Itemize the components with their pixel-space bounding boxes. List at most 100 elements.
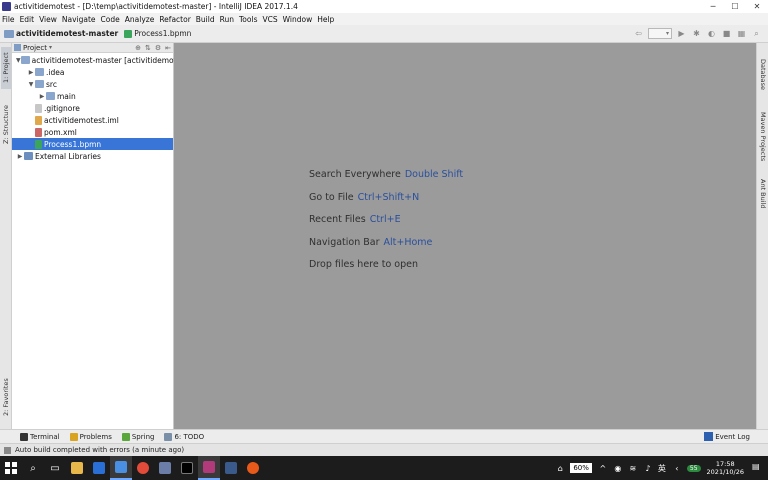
chevron-left-icon[interactable]: ‹ <box>672 463 682 473</box>
collapse-arrow-icon[interactable]: ▶ <box>16 153 24 160</box>
folder-icon <box>35 68 44 76</box>
maximize-button[interactable]: ☐ <box>724 0 746 13</box>
collapse-arrow-icon[interactable]: ▶ <box>27 69 35 76</box>
tree-item[interactable]: pom.xml <box>12 126 173 138</box>
tab-favorites[interactable]: 2: Favorites <box>1 373 11 421</box>
tab-project[interactable]: 1: Project <box>1 47 11 89</box>
tree-item[interactable]: activitidemotest.iml <box>12 114 173 126</box>
battery-indicator[interactable]: 60% <box>570 463 592 473</box>
tree-item[interactable]: ▼ src <box>12 78 173 90</box>
editor-hint: Recent Files Ctrl+E <box>309 214 401 225</box>
hint-text: Go to File <box>309 191 354 203</box>
tool-window-icon <box>69 432 78 441</box>
sync-icon[interactable]: ⊕ <box>135 44 141 52</box>
tool-window-button[interactable]: Terminal <box>20 432 60 441</box>
status-icon[interactable] <box>4 446 11 454</box>
tab-maven-projects[interactable]: Maven Projects <box>758 109 768 165</box>
left-tool-strip: 1: Project Z: Structure 2: Favorites <box>0 43 12 429</box>
volume-icon[interactable]: ♪ <box>643 463 653 473</box>
stop-icon[interactable]: ■ <box>721 28 732 39</box>
tab-database[interactable]: Database <box>758 57 768 93</box>
run-config-dropdown[interactable]: ▾ <box>648 28 672 39</box>
bpmn-icon <box>35 139 42 149</box>
chevron-up-icon[interactable]: ^ <box>598 463 608 473</box>
clock[interactable]: 17:58 2021/10/26 <box>707 460 744 476</box>
menu-tools[interactable]: Tools <box>239 15 257 24</box>
event-log-button[interactable]: Event Log <box>704 432 750 441</box>
chevron-down-icon[interactable]: ▾ <box>49 44 52 51</box>
menu-vcs[interactable]: VCS <box>262 15 277 24</box>
status-message[interactable]: Auto build completed with errors (a minu… <box>15 446 184 454</box>
menu-help[interactable]: Help <box>317 15 334 24</box>
notification-icon[interactable]: ▤ <box>752 462 764 474</box>
language-indicator[interactable]: 英 <box>658 463 666 474</box>
expand-arrow-icon[interactable]: ▼ <box>27 81 35 88</box>
project-structure-icon[interactable]: ▦ <box>736 28 747 39</box>
breadcrumb-project[interactable]: activitidemotest-master <box>4 29 118 38</box>
tree-item[interactable]: .gitignore <box>12 102 173 114</box>
coverage-icon[interactable]: ◐ <box>706 28 717 39</box>
menu-run[interactable]: Run <box>220 15 234 24</box>
menu-view[interactable]: View <box>39 15 57 24</box>
gear-icon[interactable]: ⚙ <box>155 44 161 52</box>
system-tray: ⌂ 60% ^ ◉ ≋ ♪ 英 ‹ 55 17:58 2021/10/26 ▤ <box>555 460 768 476</box>
screen-recorder-icon[interactable] <box>220 456 242 480</box>
run-icon[interactable]: ▶ <box>676 28 687 39</box>
terminal-icon[interactable] <box>176 456 198 480</box>
breadcrumb-file[interactable]: Process1.bpmn <box>124 29 191 38</box>
menu-refactor[interactable]: Refactor <box>159 15 190 24</box>
close-button[interactable]: ✕ <box>746 0 768 13</box>
debug-icon[interactable]: ✱ <box>691 28 702 39</box>
tree-item[interactable]: ▶ main <box>12 90 173 102</box>
tree-item-label: src <box>46 79 57 89</box>
media-app-icon[interactable] <box>242 456 264 480</box>
collapse-arrow-icon[interactable]: ▶ <box>38 93 46 100</box>
app-badge[interactable]: 55 <box>686 464 701 472</box>
menu-window[interactable]: Window <box>283 15 313 24</box>
menu-navigate[interactable]: Navigate <box>62 15 96 24</box>
menu-code[interactable]: Code <box>101 15 120 24</box>
menu-file[interactable]: File <box>2 15 15 24</box>
task-view-icon[interactable]: ▭ <box>44 456 66 480</box>
search-icon[interactable]: ⌕ <box>22 456 44 480</box>
project-panel-title[interactable]: Project <box>23 44 47 52</box>
tree-item[interactable]: ▶ External Libraries <box>12 150 173 162</box>
file-explorer-icon[interactable] <box>66 456 88 480</box>
mail-icon[interactable] <box>88 456 110 480</box>
tree-item-label: activitidemotest-master [activitidemot <box>31 55 177 65</box>
chrome-icon[interactable] <box>132 456 154 480</box>
search-icon[interactable]: ⌕ <box>751 28 762 39</box>
tool-window-button[interactable]: Problems <box>69 432 112 441</box>
tool-window-icon <box>164 432 173 441</box>
tree-item[interactable]: ▶ .idea <box>12 66 173 78</box>
editor-hint: Search Everywhere Double Shift <box>309 169 463 180</box>
menu-analyze[interactable]: Analyze <box>125 15 155 24</box>
menu-edit[interactable]: Edit <box>20 15 35 24</box>
minimize-button[interactable]: ─ <box>702 0 724 13</box>
tab-ant-build[interactable]: Ant Build <box>758 175 768 213</box>
tool-window-button[interactable]: Spring <box>121 432 154 441</box>
tool-window-button[interactable]: 6: TODO <box>164 432 204 441</box>
save-app-icon[interactable] <box>154 456 176 480</box>
editor-area[interactable]: Search Everywhere Double Shift Go to File C… <box>174 43 756 429</box>
tool-window-label: Terminal <box>30 432 60 441</box>
windows-start-icon[interactable] <box>0 456 22 480</box>
tree-item-label: pom.xml <box>44 127 77 137</box>
collapse-icon[interactable]: ⇅ <box>145 44 151 52</box>
expand-arrow-icon[interactable]: ▼ <box>16 57 21 64</box>
network-icon[interactable]: ◉ <box>613 463 623 473</box>
tab-structure[interactable]: Z: Structure <box>1 103 11 147</box>
tree-item[interactable]: Process1.bpmn <box>12 138 173 150</box>
intellij-app-icon <box>2 2 11 11</box>
back-arrow-icon[interactable]: ⇦ <box>633 28 644 39</box>
intellij-icon[interactable] <box>198 456 220 480</box>
hint-shortcut: Ctrl+E <box>369 214 401 225</box>
tree-item-label: main <box>57 91 76 101</box>
wifi-icon[interactable]: ≋ <box>628 463 638 473</box>
tree-item[interactable]: ▼ activitidemotest-master [activitidemot <box>12 54 177 66</box>
pinned-app-icon[interactable] <box>110 456 132 480</box>
hide-icon[interactable]: ⇤ <box>165 44 171 52</box>
ime-icon[interactable]: ⌂ <box>555 463 565 473</box>
menu-build[interactable]: Build <box>196 15 215 24</box>
tool-windows-bar: Terminal Problems Spring 6: TODO Event Log <box>0 429 768 443</box>
